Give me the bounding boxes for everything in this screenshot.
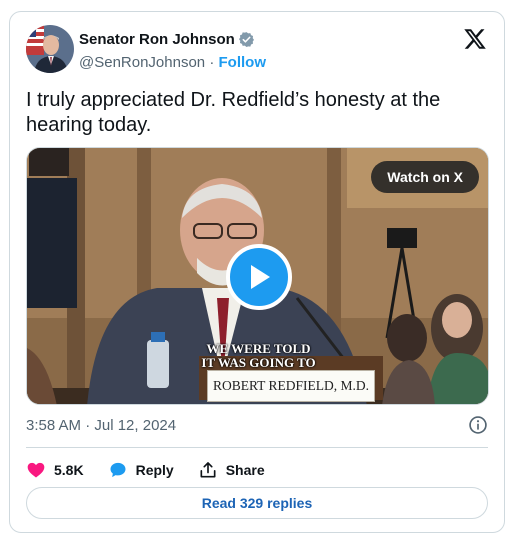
reply-button[interactable]: Reply — [108, 460, 174, 480]
follow-button[interactable]: Follow — [219, 54, 267, 71]
info-icon[interactable] — [468, 415, 488, 435]
share-icon — [200, 462, 216, 478]
share-button[interactable]: Share — [198, 460, 265, 480]
reply-bubble-icon — [110, 462, 126, 478]
watch-on-x-button[interactable]: Watch on X — [371, 161, 479, 193]
play-button[interactable] — [226, 244, 292, 310]
author-name-text[interactable]: Senator Ron Johnson — [79, 31, 235, 48]
avatar[interactable] — [26, 25, 74, 73]
reply-label: Reply — [135, 462, 174, 478]
read-replies-button[interactable]: Read 329 replies — [26, 487, 488, 519]
author-name[interactable]: Senator Ron Johnson — [79, 31, 255, 48]
x-logo-icon[interactable] — [463, 27, 487, 51]
verified-badge-icon — [238, 32, 254, 47]
heart-icon — [27, 462, 45, 478]
handle-row: @SenRonJohnson · Follow — [79, 54, 266, 71]
like-count: 5.8K — [54, 462, 84, 478]
divider — [26, 447, 488, 448]
handle-separator: · — [209, 54, 215, 71]
nameplate-sign: ROBERT REDFIELD, M.D. — [207, 370, 375, 402]
author-handle[interactable]: @SenRonJohnson — [79, 54, 205, 71]
play-icon — [251, 265, 270, 289]
tweet-timestamp[interactable]: 3:58 AM · Jul 12, 2024 — [26, 417, 176, 434]
action-bar: 5.8K Reply Share — [26, 456, 289, 484]
video-player[interactable]: Watch on X WE WERE TOLD IT WAS GOING TO … — [26, 147, 489, 405]
tweet-card: Senator Ron Johnson @SenRonJohnson · Fol… — [9, 11, 505, 533]
share-label: Share — [225, 462, 265, 478]
tweet-text: I truly appreciated Dr. Redfield’s hones… — [26, 89, 441, 136]
like-button[interactable]: 5.8K — [26, 460, 84, 480]
